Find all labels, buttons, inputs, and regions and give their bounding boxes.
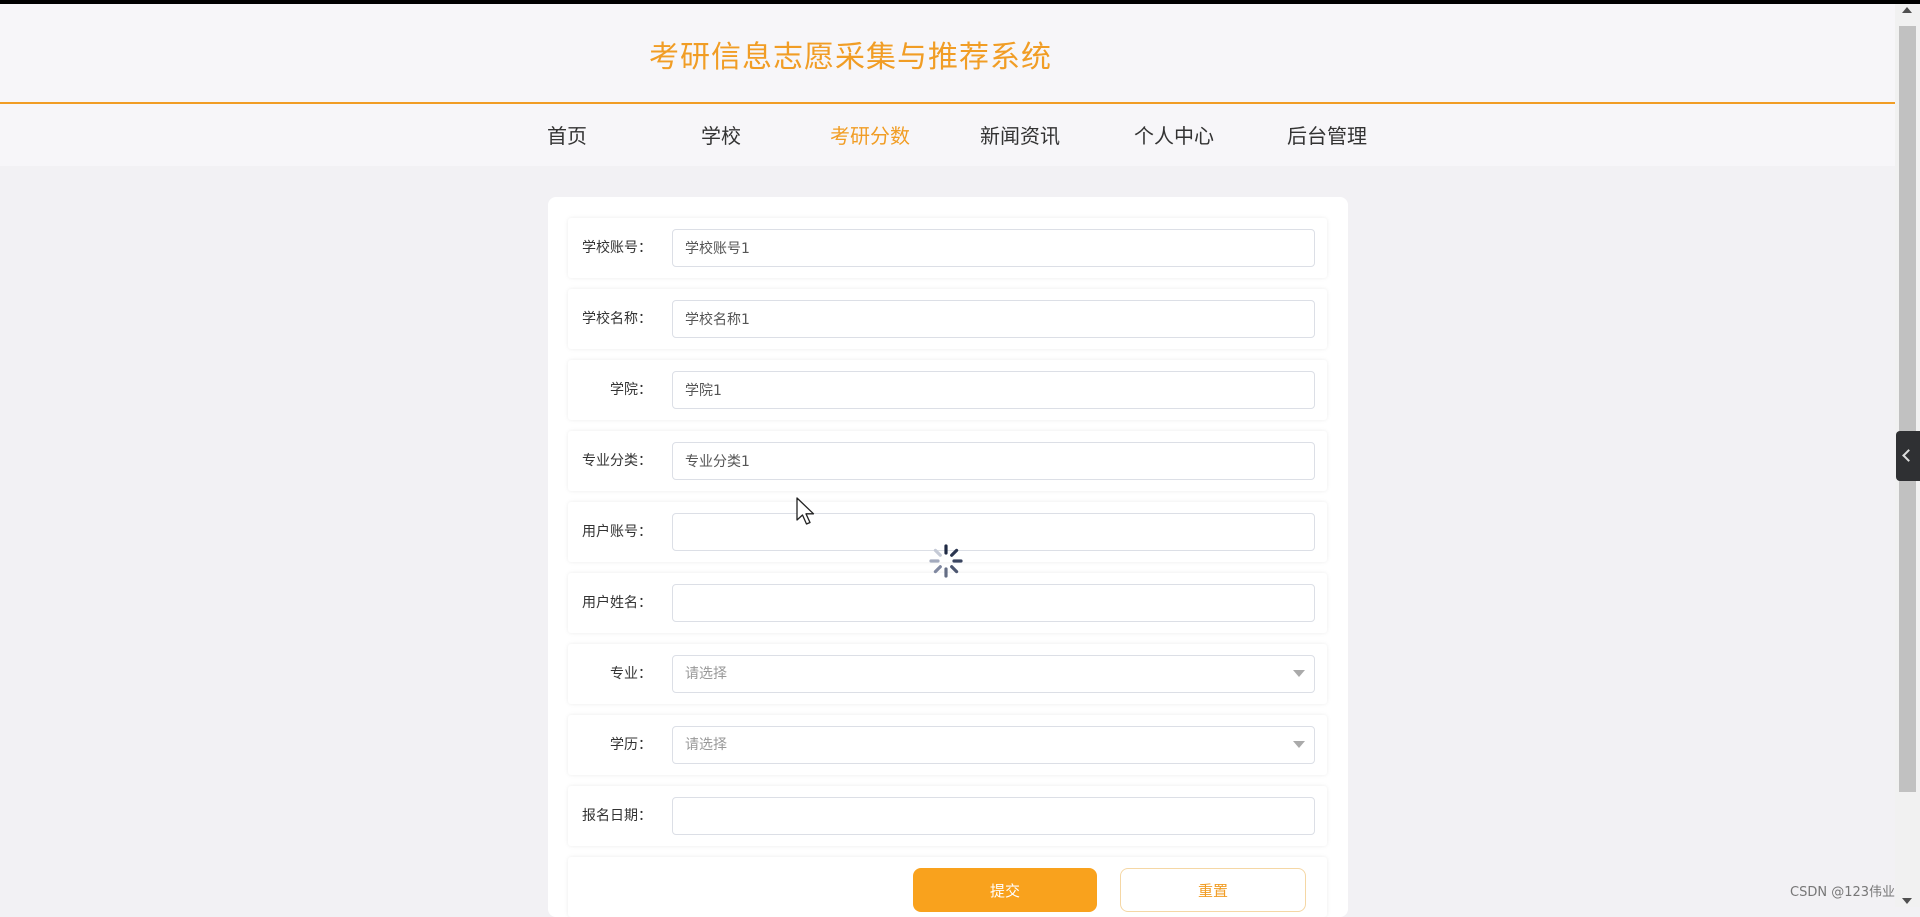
form-row-major-category: 专业分类：	[568, 431, 1327, 491]
registration-date-input[interactable]	[672, 797, 1315, 835]
form-row-school-name: 学校名称：	[568, 289, 1327, 349]
side-panel-toggle[interactable]	[1896, 431, 1920, 481]
form-row-user-name: 用户姓名：	[568, 573, 1327, 633]
mouse-pointer-icon	[796, 497, 815, 525]
major-label: 专业：	[610, 666, 652, 682]
site-title: 考研信息志愿采集与推荐系统	[649, 40, 1052, 75]
nav-item-personal-center[interactable]: 个人中心	[1134, 120, 1214, 149]
nav-item-school[interactable]: 学校	[701, 120, 741, 149]
form-row-education: 学历：	[568, 715, 1327, 775]
scrollbar-thumb[interactable]	[1899, 26, 1916, 792]
user-account-label: 用户账号：	[582, 524, 652, 540]
school-name-input[interactable]	[672, 300, 1315, 338]
loading-spinner-icon	[929, 544, 963, 578]
nav-item-exam-scores[interactable]: 考研分数	[830, 120, 910, 149]
major-select[interactable]	[672, 655, 1315, 693]
school-account-label: 学校账号：	[582, 240, 652, 256]
user-name-label: 用户姓名：	[582, 595, 652, 611]
watermark-text: CSDN @123伟业	[1790, 885, 1896, 900]
site-header: 考研信息志愿采集与推荐系统	[0, 4, 1895, 104]
main-nav: 首页 学校 考研分数 新闻资讯 个人中心 后台管理	[0, 104, 1895, 166]
nav-item-home[interactable]: 首页	[547, 120, 587, 149]
submit-button[interactable]: 提交	[913, 868, 1097, 912]
form-row-major: 专业：	[568, 644, 1327, 704]
chevron-down-icon	[1293, 670, 1305, 677]
form-row-college: 学院：	[568, 360, 1327, 420]
registration-date-label: 报名日期：	[582, 808, 652, 824]
user-account-input[interactable]	[672, 513, 1315, 551]
nav-item-admin[interactable]: 后台管理	[1287, 120, 1367, 149]
major-category-label: 专业分类：	[582, 453, 652, 469]
form-row-registration-date: 报名日期：	[568, 786, 1327, 846]
nav-item-news[interactable]: 新闻资讯	[980, 120, 1060, 149]
reset-button[interactable]: 重置	[1120, 868, 1306, 912]
education-select-input[interactable]	[672, 726, 1315, 764]
chevron-down-icon	[1293, 741, 1305, 748]
chevron-left-icon	[1902, 449, 1915, 462]
school-account-input[interactable]	[672, 229, 1315, 267]
scroll-up-arrow-icon[interactable]	[1902, 7, 1912, 13]
user-name-input[interactable]	[672, 584, 1315, 622]
education-label: 学历：	[610, 737, 652, 753]
school-name-label: 学校名称：	[582, 311, 652, 327]
college-label: 学院：	[610, 382, 652, 398]
scroll-down-arrow-icon[interactable]	[1902, 898, 1912, 904]
education-select[interactable]	[672, 726, 1315, 764]
major-select-input[interactable]	[672, 655, 1315, 693]
form-row-school-account: 学校账号：	[568, 218, 1327, 278]
college-input[interactable]	[672, 371, 1315, 409]
major-category-input[interactable]	[672, 442, 1315, 480]
